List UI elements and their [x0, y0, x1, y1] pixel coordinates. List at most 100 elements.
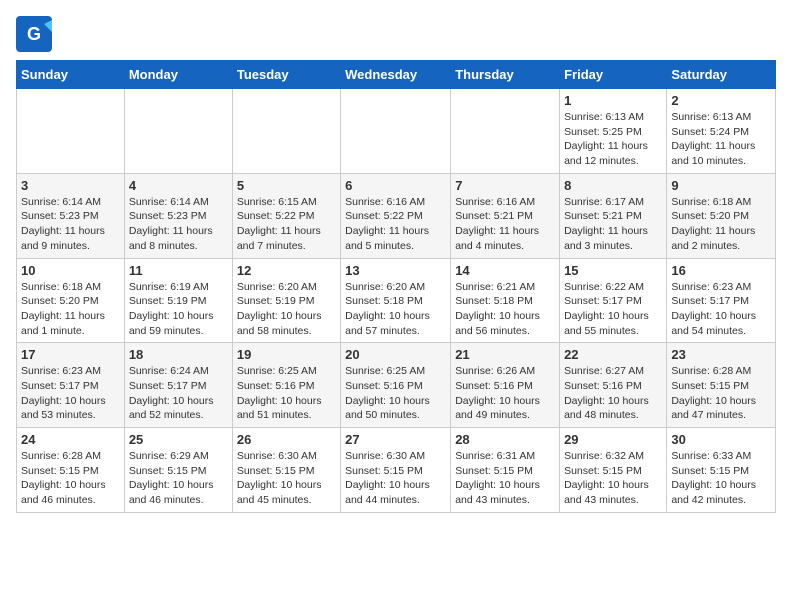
day-info: Sunrise: 6:20 AM Sunset: 5:18 PM Dayligh… [345, 280, 446, 339]
day-info: Sunrise: 6:30 AM Sunset: 5:15 PM Dayligh… [237, 449, 336, 508]
calendar-cell: 15 Sunrise: 6:22 AM Sunset: 5:17 PM Dayli… [560, 258, 667, 343]
day-info: Sunrise: 6:18 AM Sunset: 5:20 PM Dayligh… [671, 195, 771, 254]
calendar-cell: 16 Sunrise: 6:23 AM Sunset: 5:17 PM Dayli… [667, 258, 776, 343]
day-info: Sunrise: 6:22 AM Sunset: 5:17 PM Dayligh… [564, 280, 662, 339]
calendar-cell: 18 Sunrise: 6:24 AM Sunset: 5:17 PM Dayli… [124, 343, 232, 428]
calendar-cell: 2Sunrise: 6:13 AM Sunset: 5:24 PM Daylig… [667, 89, 776, 174]
calendar-cell: 3 Sunrise: 6:14 AM Sunset: 5:23 PM Daylig… [17, 173, 125, 258]
header-cell-sunday: Sunday [17, 61, 125, 89]
day-info: Sunrise: 6:33 AM Sunset: 5:15 PM Dayligh… [671, 449, 771, 508]
day-info: Sunrise: 6:28 AM Sunset: 5:15 PM Dayligh… [671, 364, 771, 423]
calendar-cell: 23 Sunrise: 6:28 AM Sunset: 5:15 PM Dayli… [667, 343, 776, 428]
header-cell-friday: Friday [560, 61, 667, 89]
day-number: 29 [564, 432, 662, 447]
day-info: Sunrise: 6:23 AM Sunset: 5:17 PM Dayligh… [21, 364, 120, 423]
day-info: Sunrise: 6:32 AM Sunset: 5:15 PM Dayligh… [564, 449, 662, 508]
calendar-cell [341, 89, 451, 174]
calendar-cell: 17Sunrise: 6:23 AM Sunset: 5:17 PM Dayli… [17, 343, 125, 428]
calendar-row-4: 24 Sunrise: 6:28 AM Sunset: 5:15 PM Dayli… [17, 428, 776, 513]
day-info: Sunrise: 6:16 AM Sunset: 5:22 PM Dayligh… [345, 195, 446, 254]
header-cell-wednesday: Wednesday [341, 61, 451, 89]
day-info: Sunrise: 6:27 AM Sunset: 5:16 PM Dayligh… [564, 364, 662, 423]
calendar-cell: 12 Sunrise: 6:20 AM Sunset: 5:19 PM Dayli… [232, 258, 340, 343]
calendar-cell: 30Sunrise: 6:33 AM Sunset: 5:15 PM Dayli… [667, 428, 776, 513]
calendar-cell: 10Sunrise: 6:18 AM Sunset: 5:20 PM Dayli… [17, 258, 125, 343]
day-number: 8 [564, 178, 662, 193]
day-info: Sunrise: 6:25 AM Sunset: 5:16 PM Dayligh… [345, 364, 446, 423]
calendar-cell: 13 Sunrise: 6:20 AM Sunset: 5:18 PM Dayli… [341, 258, 451, 343]
day-info: Sunrise: 6:31 AM Sunset: 5:15 PM Dayligh… [455, 449, 555, 508]
day-number: 7 [455, 178, 555, 193]
header-cell-monday: Monday [124, 61, 232, 89]
day-number: 18 [129, 347, 228, 362]
day-info: Sunrise: 6:17 AM Sunset: 5:21 PM Dayligh… [564, 195, 662, 254]
day-number: 4 [129, 178, 228, 193]
calendar-cell: 27 Sunrise: 6:30 AM Sunset: 5:15 PM Dayli… [341, 428, 451, 513]
day-number: 15 [564, 263, 662, 278]
day-info: Sunrise: 6:13 AM Sunset: 5:25 PM Dayligh… [564, 110, 662, 169]
day-number: 22 [564, 347, 662, 362]
day-info: Sunrise: 6:30 AM Sunset: 5:15 PM Dayligh… [345, 449, 446, 508]
logo-icon: G [16, 16, 52, 52]
calendar-cell: 11Sunrise: 6:19 AM Sunset: 5:19 PM Dayli… [124, 258, 232, 343]
calendar-cell: 28 Sunrise: 6:31 AM Sunset: 5:15 PM Dayli… [451, 428, 560, 513]
day-info: Sunrise: 6:29 AM Sunset: 5:15 PM Dayligh… [129, 449, 228, 508]
day-info: Sunrise: 6:15 AM Sunset: 5:22 PM Dayligh… [237, 195, 336, 254]
day-number: 23 [671, 347, 771, 362]
calendar-cell: 19 Sunrise: 6:25 AM Sunset: 5:16 PM Dayli… [232, 343, 340, 428]
day-number: 25 [129, 432, 228, 447]
day-info: Sunrise: 6:23 AM Sunset: 5:17 PM Dayligh… [671, 280, 771, 339]
day-number: 9 [671, 178, 771, 193]
day-number: 6 [345, 178, 446, 193]
day-info: Sunrise: 6:21 AM Sunset: 5:18 PM Dayligh… [455, 280, 555, 339]
calendar-cell: 1 Sunrise: 6:13 AM Sunset: 5:25 PM Daylig… [560, 89, 667, 174]
calendar-cell [232, 89, 340, 174]
calendar-body: 1 Sunrise: 6:13 AM Sunset: 5:25 PM Daylig… [17, 89, 776, 513]
calendar-cell [124, 89, 232, 174]
calendar-cell: 20 Sunrise: 6:25 AM Sunset: 5:16 PM Dayli… [341, 343, 451, 428]
calendar-cell: 21 Sunrise: 6:26 AM Sunset: 5:16 PM Dayli… [451, 343, 560, 428]
day-info: Sunrise: 6:14 AM Sunset: 5:23 PM Dayligh… [129, 195, 228, 254]
calendar-cell: 9 Sunrise: 6:18 AM Sunset: 5:20 PM Daylig… [667, 173, 776, 258]
calendar-table: SundayMondayTuesdayWednesdayThursdayFrid… [16, 60, 776, 513]
day-number: 28 [455, 432, 555, 447]
header-cell-thursday: Thursday [451, 61, 560, 89]
day-number: 24 [21, 432, 120, 447]
calendar-cell: 26 Sunrise: 6:30 AM Sunset: 5:15 PM Dayli… [232, 428, 340, 513]
day-number: 3 [21, 178, 120, 193]
day-number: 12 [237, 263, 336, 278]
day-number: 5 [237, 178, 336, 193]
day-info: Sunrise: 6:16 AM Sunset: 5:21 PM Dayligh… [455, 195, 555, 254]
day-number: 21 [455, 347, 555, 362]
day-number: 13 [345, 263, 446, 278]
day-info: Sunrise: 6:24 AM Sunset: 5:17 PM Dayligh… [129, 364, 228, 423]
day-number: 1 [564, 93, 662, 108]
calendar-row-1: 3 Sunrise: 6:14 AM Sunset: 5:23 PM Daylig… [17, 173, 776, 258]
header-row: SundayMondayTuesdayWednesdayThursdayFrid… [17, 61, 776, 89]
day-number: 10 [21, 263, 120, 278]
day-info: Sunrise: 6:14 AM Sunset: 5:23 PM Dayligh… [21, 195, 120, 254]
day-info: Sunrise: 6:19 AM Sunset: 5:19 PM Dayligh… [129, 280, 228, 339]
day-number: 16 [671, 263, 771, 278]
calendar-cell: 5 Sunrise: 6:15 AM Sunset: 5:22 PM Daylig… [232, 173, 340, 258]
calendar-cell: 29 Sunrise: 6:32 AM Sunset: 5:15 PM Dayli… [560, 428, 667, 513]
calendar-header: SundayMondayTuesdayWednesdayThursdayFrid… [17, 61, 776, 89]
calendar-cell [17, 89, 125, 174]
calendar-row-0: 1 Sunrise: 6:13 AM Sunset: 5:25 PM Daylig… [17, 89, 776, 174]
calendar-row-2: 10Sunrise: 6:18 AM Sunset: 5:20 PM Dayli… [17, 258, 776, 343]
day-number: 26 [237, 432, 336, 447]
calendar-cell: 8 Sunrise: 6:17 AM Sunset: 5:21 PM Daylig… [560, 173, 667, 258]
day-info: Sunrise: 6:28 AM Sunset: 5:15 PM Dayligh… [21, 449, 120, 508]
calendar-cell: 6 Sunrise: 6:16 AM Sunset: 5:22 PM Daylig… [341, 173, 451, 258]
svg-text:G: G [27, 24, 41, 44]
day-info: Sunrise: 6:13 AM Sunset: 5:24 PM Dayligh… [671, 110, 771, 169]
day-number: 19 [237, 347, 336, 362]
calendar-cell [451, 89, 560, 174]
day-info: Sunrise: 6:25 AM Sunset: 5:16 PM Dayligh… [237, 364, 336, 423]
day-info: Sunrise: 6:20 AM Sunset: 5:19 PM Dayligh… [237, 280, 336, 339]
calendar-cell: 24 Sunrise: 6:28 AM Sunset: 5:15 PM Dayli… [17, 428, 125, 513]
day-number: 27 [345, 432, 446, 447]
day-info: Sunrise: 6:26 AM Sunset: 5:16 PM Dayligh… [455, 364, 555, 423]
day-number: 20 [345, 347, 446, 362]
logo: G [16, 16, 56, 52]
